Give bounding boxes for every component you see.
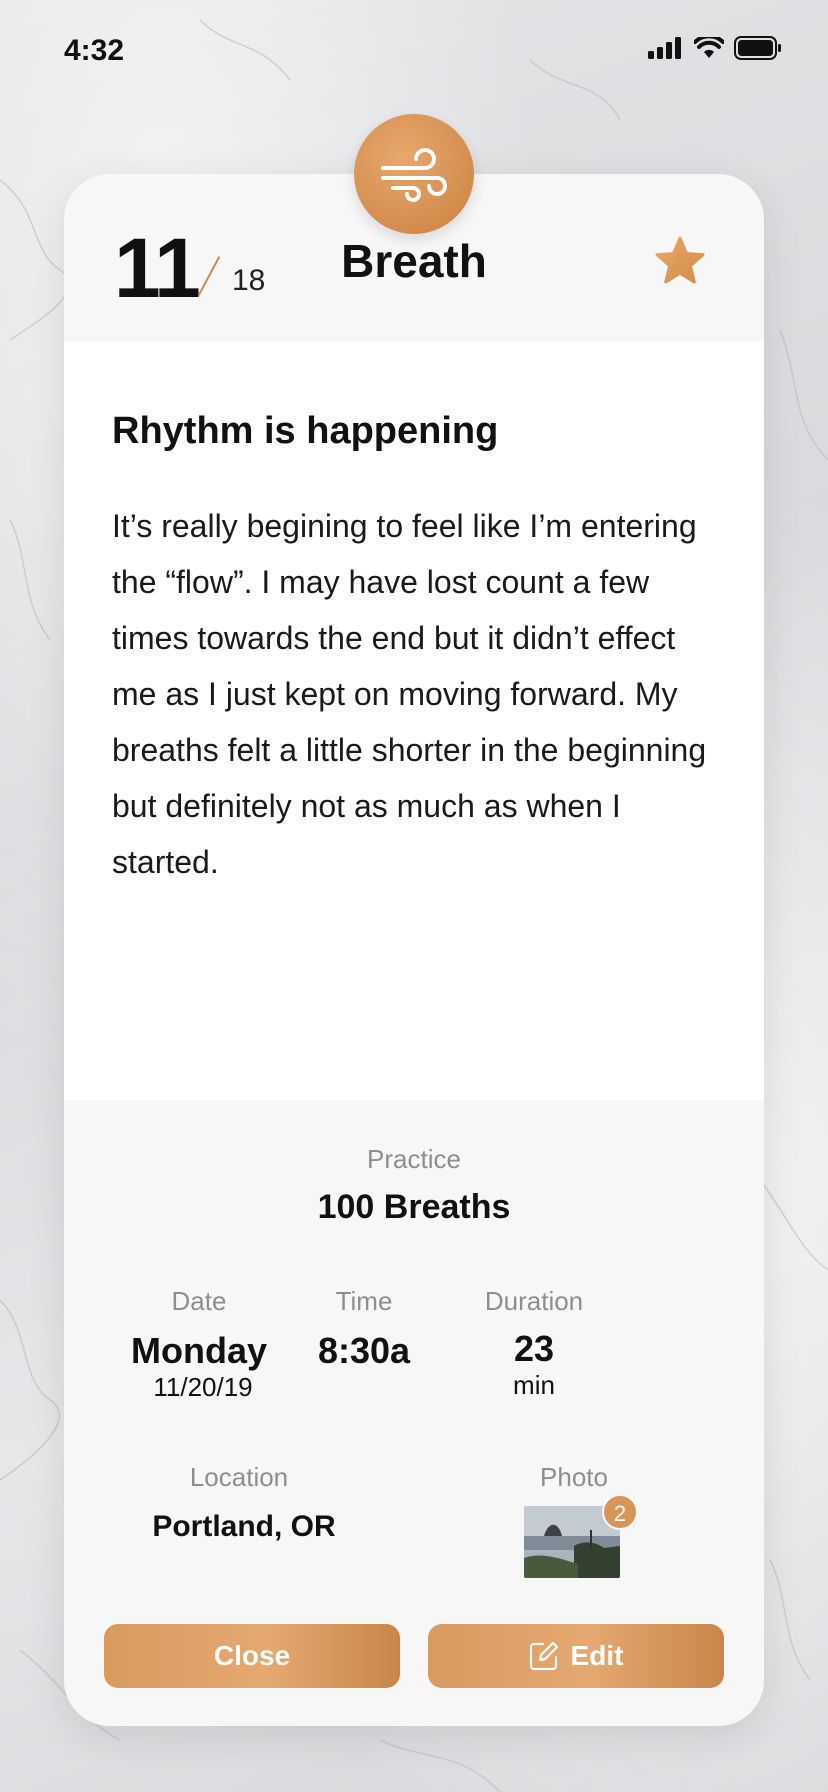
location-value: Portland, OR [152,1510,336,1543]
close-button[interactable]: Close [104,1624,400,1688]
edit-icon [529,1641,558,1671]
close-button-label: Close [213,1640,291,1671]
cellular-signal-icon [648,37,681,59]
entry-title: Rhythm is happening [112,410,499,452]
duration-value: 23 [513,1328,555,1369]
edit-button[interactable]: Edit [428,1624,724,1688]
photo-count-badge: 2 [602,1494,638,1530]
battery-icon [734,36,781,60]
time-value: 8:30a [317,1330,411,1371]
date-day: Monday [130,1330,267,1371]
entry-body: It’s really begining to feel like I’m en… [112,508,707,880]
location-label: Location [189,1462,289,1492]
photo-label: Photo [540,1462,608,1492]
wind-icon [381,148,447,202]
category-badge [354,114,474,234]
date-label: Date [171,1286,227,1316]
star-icon[interactable] [652,234,708,290]
journal-entry-card: 11 18 Breath Rhythm is happening It’s re… [64,174,764,1726]
status-bar: 4:32 [0,0,828,100]
status-time: 4:32 [64,34,125,67]
edit-button-label: Edit [570,1640,624,1671]
duration-label: Duration [484,1286,584,1316]
practice-value: 100 Breaths [317,1188,511,1226]
duration-unit: min [513,1370,555,1400]
wifi-icon [694,37,724,58]
time-label: Time [335,1286,393,1316]
date-value: 11/20/19 [153,1372,253,1402]
status-icons [648,36,782,60]
practice-label: Practice [367,1144,461,1174]
